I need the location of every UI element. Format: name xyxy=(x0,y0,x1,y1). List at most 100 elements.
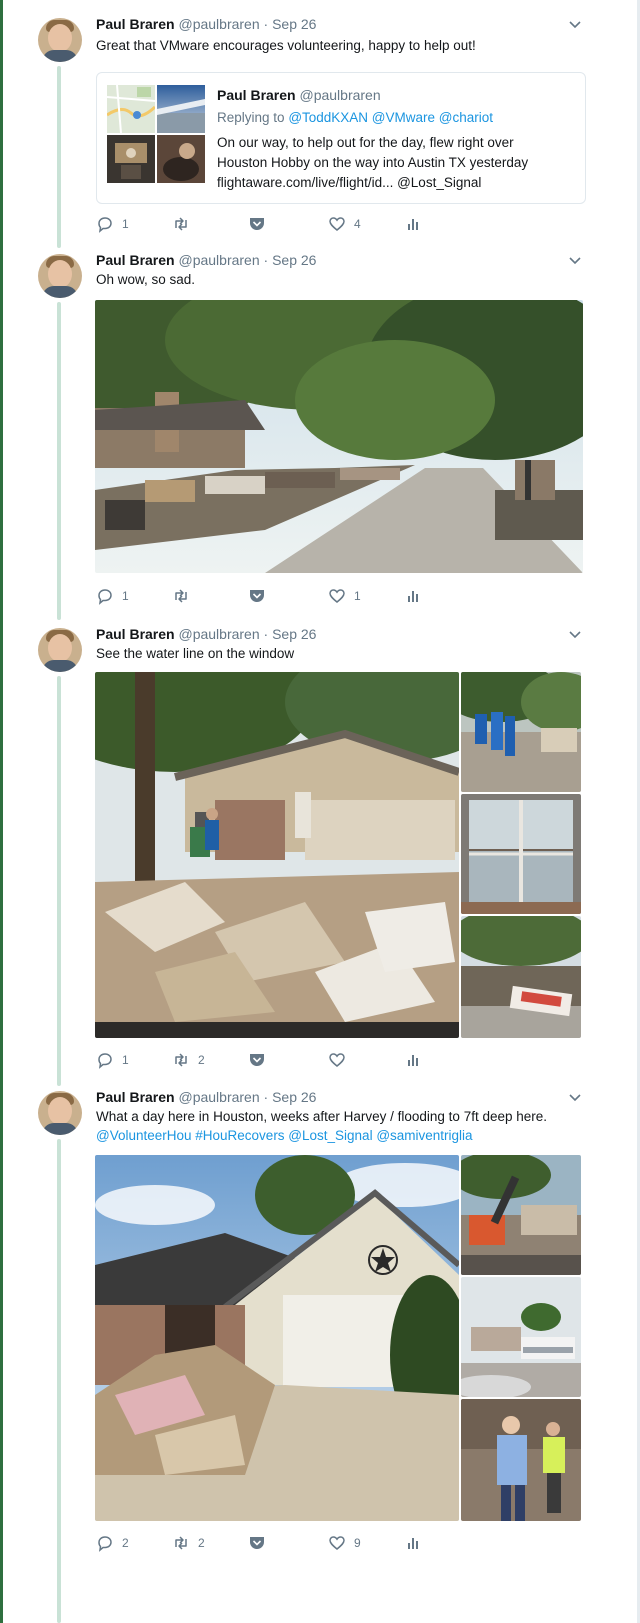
tweet[interactable]: Paul Braren @paulbraren · Sep 26 What a … xyxy=(0,1085,620,1623)
tweet-date[interactable]: Sep 26 xyxy=(272,1089,316,1105)
tweet-text: Oh wow, so sad. xyxy=(96,272,196,287)
chevron-down-icon[interactable] xyxy=(568,254,582,268)
reply-icon xyxy=(98,589,112,605)
flooded-house-photo[interactable] xyxy=(95,1155,459,1521)
retweet-icon xyxy=(175,1053,187,1067)
retweet-button[interactable]: 2 xyxy=(172,1533,205,1553)
tweet-header: Paul Braren @paulbraren · Sep 26 xyxy=(96,626,316,642)
quoted-mention[interactable]: @Lost_Signal xyxy=(397,175,481,190)
like-count: 1 xyxy=(354,589,361,603)
tweet-text-line: What a day here in Houston, weeks after … xyxy=(96,1109,548,1124)
retweet-icon xyxy=(175,589,187,603)
reply-button[interactable]: 2 xyxy=(96,1533,129,1553)
tweet-mentions[interactable]: @VolunteerHou #HouRecovers @Lost_Signal … xyxy=(96,1126,596,1145)
like-button[interactable] xyxy=(328,1050,354,1070)
reply-count: 1 xyxy=(122,1053,129,1067)
tweet-date[interactable]: Sep 26 xyxy=(272,16,316,32)
quoted-text-line: On our way, to help out for the day, fle… xyxy=(217,135,514,150)
chevron-down-icon[interactable] xyxy=(568,18,582,32)
analytics-button[interactable] xyxy=(404,214,422,234)
tweet-actions: 2 2 9 xyxy=(96,1533,536,1553)
thread-connector xyxy=(57,66,61,248)
reply-icon xyxy=(98,1536,112,1552)
tweet[interactable]: Paul Braren @paulbraren · Sep 26 Great t… xyxy=(0,0,620,248)
reply-button[interactable]: 1 xyxy=(96,1050,129,1070)
thread-connector xyxy=(57,302,61,620)
retweet-icon xyxy=(175,217,187,231)
excavator-photo[interactable] xyxy=(461,1155,581,1275)
chevron-down-icon[interactable] xyxy=(568,628,582,642)
retweet-button[interactable] xyxy=(172,586,198,606)
volunteers-photo[interactable] xyxy=(461,672,581,792)
author-name[interactable]: Paul Braren xyxy=(96,1089,175,1105)
quoted-header: Paul Braren @paulbraren xyxy=(217,87,381,103)
house-debris-photo[interactable] xyxy=(95,672,459,1038)
water-line-window-photo[interactable] xyxy=(461,794,581,914)
save-button[interactable] xyxy=(248,214,266,234)
retweet-button[interactable] xyxy=(172,214,198,234)
tweet-text: See the water line on the window xyxy=(96,646,295,661)
author-name[interactable]: Paul Braren xyxy=(96,626,175,642)
quoted-text-line: Houston Hobby on the way into Austin TX … xyxy=(217,155,529,170)
quoted-aerial-thumbnail xyxy=(157,85,205,133)
tweet-date[interactable]: Sep 26 xyxy=(272,626,316,642)
author-handle[interactable]: @paulbraren xyxy=(178,16,259,32)
tweet[interactable]: Paul Braren @paulbraren · Sep 26 See the… xyxy=(0,622,620,1086)
quoted-author-handle[interactable]: @paulbraren xyxy=(299,87,380,103)
tweet-text: What a day here in Houston, weeks after … xyxy=(96,1107,596,1145)
tweet-date[interactable]: Sep 26 xyxy=(272,252,316,268)
thread-connector xyxy=(57,1139,61,1623)
pocket-icon xyxy=(250,218,264,230)
reply-button[interactable]: 1 xyxy=(96,214,129,234)
tweet-header: Paul Braren @paulbraren · Sep 26 xyxy=(96,252,316,268)
tweet-actions: 1 4 xyxy=(96,214,536,234)
retweet-button[interactable]: 2 xyxy=(172,1050,205,1070)
separator: · xyxy=(263,626,269,642)
analytics-icon xyxy=(408,1055,418,1066)
like-button[interactable]: 1 xyxy=(328,586,361,606)
separator: · xyxy=(263,1089,269,1105)
avatar[interactable] xyxy=(38,18,82,62)
street-cars-photo[interactable] xyxy=(461,1277,581,1397)
quoted-map-thumbnail xyxy=(107,85,155,133)
reply-count: 1 xyxy=(122,589,129,603)
avatar[interactable] xyxy=(38,628,82,672)
avatar[interactable] xyxy=(38,254,82,298)
author-name[interactable]: Paul Braren xyxy=(96,16,175,32)
tweet-actions: 1 1 xyxy=(96,586,536,606)
save-button[interactable] xyxy=(248,586,266,606)
analytics-icon xyxy=(408,591,418,602)
author-name[interactable]: Paul Braren xyxy=(96,252,175,268)
author-handle[interactable]: @paulbraren xyxy=(178,626,259,642)
reply-to-mentions[interactable]: @ToddKXAN @VMware @chariot xyxy=(288,110,493,125)
like-count: 4 xyxy=(354,217,361,231)
reply-count: 2 xyxy=(122,1536,129,1550)
chevron-down-icon[interactable] xyxy=(568,1091,582,1105)
quoted-link[interactable]: flightaware.com/live/flight/id... xyxy=(217,175,393,190)
quoted-tweet[interactable]: Paul Braren @paulbraren Replying to @Tod… xyxy=(96,72,586,204)
analytics-button[interactable] xyxy=(404,1533,422,1553)
tweet[interactable]: Paul Braren @paulbraren · Sep 26 Oh wow,… xyxy=(0,248,620,620)
retweet-count: 2 xyxy=(198,1536,205,1550)
save-button[interactable] xyxy=(248,1533,266,1553)
quoted-author-name[interactable]: Paul Braren xyxy=(217,87,296,103)
pocket-icon xyxy=(250,1537,264,1549)
debris-street-photo[interactable] xyxy=(95,300,583,573)
reply-icon xyxy=(98,1053,112,1069)
quoted-seat-thumbnail xyxy=(157,135,205,183)
debris-pile-sign-photo[interactable] xyxy=(461,916,581,1038)
pocket-icon xyxy=(250,590,264,602)
heart-icon xyxy=(329,589,345,603)
avatar[interactable] xyxy=(38,1091,82,1135)
like-button[interactable]: 4 xyxy=(328,214,361,234)
author-handle[interactable]: @paulbraren xyxy=(178,252,259,268)
tweet-header: Paul Braren @paulbraren · Sep 26 xyxy=(96,16,316,32)
save-button[interactable] xyxy=(248,1050,266,1070)
reply-button[interactable]: 1 xyxy=(96,586,129,606)
volunteers-group-photo[interactable] xyxy=(461,1399,581,1521)
reply-icon xyxy=(98,217,112,233)
analytics-button[interactable] xyxy=(404,586,422,606)
author-handle[interactable]: @paulbraren xyxy=(178,1089,259,1105)
like-button[interactable]: 9 xyxy=(328,1533,361,1553)
analytics-button[interactable] xyxy=(404,1050,422,1070)
